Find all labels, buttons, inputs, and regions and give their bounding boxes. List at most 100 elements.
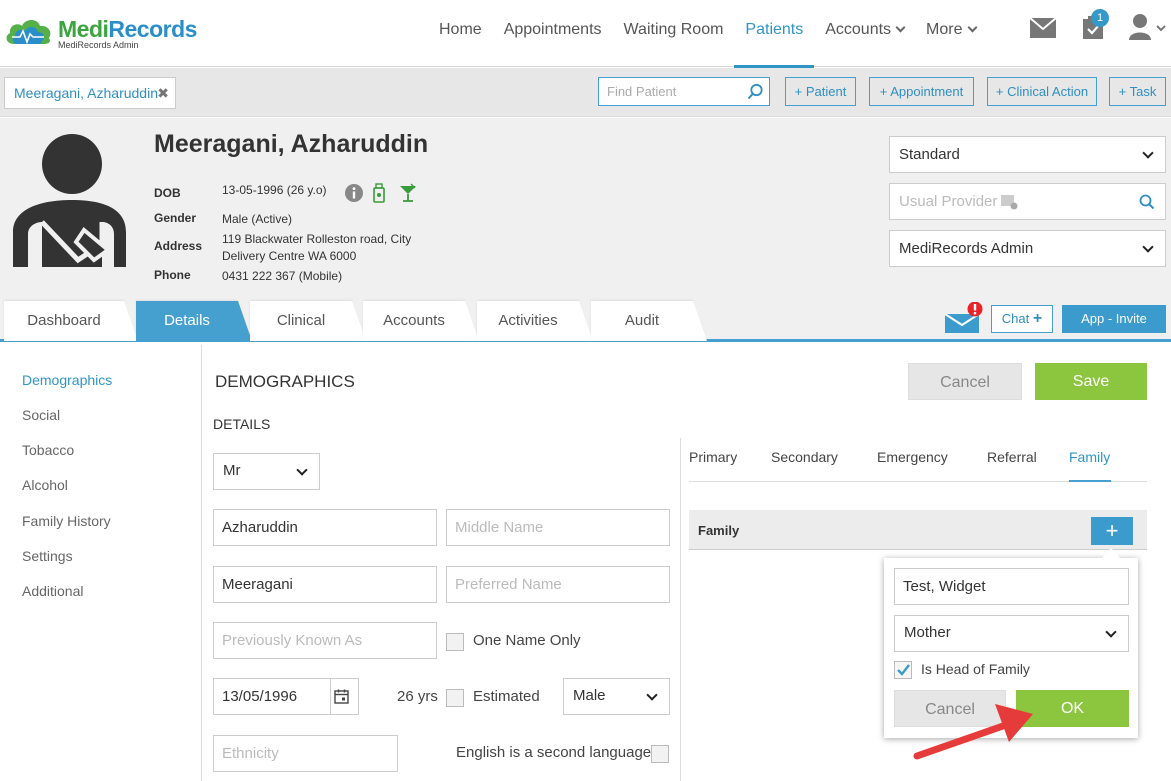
close-icon[interactable]: ✖ (157, 78, 169, 108)
sidebar-item-social[interactable]: Social (22, 407, 60, 423)
phone-label: Phone (154, 268, 191, 282)
calendar-icon[interactable] (334, 689, 349, 704)
gender-value: Male (Active) (222, 212, 293, 226)
sidebar-item-demographics[interactable]: Demographics (22, 372, 112, 388)
tab-family[interactable]: Family (1069, 449, 1110, 465)
chat-button[interactable]: Chat + (991, 305, 1053, 333)
nav-accounts-label: Accounts (825, 21, 892, 38)
second-language-checkbox[interactable] (651, 745, 669, 763)
mail-icon[interactable] (1030, 18, 1056, 38)
title-select[interactable]: Mr (213, 453, 320, 490)
previously-known-as-field[interactable]: Previously Known As (213, 622, 437, 659)
add-family-member-button[interactable]: + (1091, 517, 1133, 545)
one-name-only-checkbox[interactable] (446, 633, 464, 651)
family-member-name-field[interactable]: Test, Widget (894, 568, 1129, 605)
plus-icon: + (1032, 310, 1043, 327)
search-icon[interactable] (747, 83, 764, 100)
nav-waiting-room[interactable]: Waiting Room (613, 0, 735, 67)
smoking-status-icon[interactable] (372, 183, 386, 203)
usual-provider-placeholder: Usual Provider (899, 193, 998, 210)
checkmark-icon (897, 664, 910, 676)
dob-value: 13-05-1996 (26 y.o) (222, 183, 327, 197)
tab-secondary[interactable]: Secondary (771, 449, 838, 465)
sidebar-item-tobacco[interactable]: Tobacco (22, 442, 74, 458)
tab-activities[interactable]: Activities (477, 301, 593, 341)
last-name-field[interactable]: Meeragani (213, 566, 437, 603)
age-value: 26 yrs (397, 688, 438, 705)
relationship-value: Mother (904, 624, 951, 641)
tab-clinical[interactable]: Clinical (250, 301, 366, 341)
account-type-select[interactable]: Standard (889, 136, 1166, 173)
info-icon[interactable] (345, 184, 363, 202)
add-patient-button[interactable]: + Patient (785, 77, 856, 106)
tasks-count-badge: 1 (1091, 9, 1109, 27)
tab-emergency[interactable]: Emergency (877, 449, 948, 465)
dob-divider (330, 679, 331, 714)
nav-patients[interactable]: Patients (734, 0, 815, 68)
brand-name: MediRecords (58, 16, 197, 42)
title-value: Mr (223, 462, 241, 479)
sidebar-item-additional[interactable]: Additional (22, 583, 84, 599)
middle-name-field[interactable]: Middle Name (446, 509, 670, 546)
find-patient-input[interactable]: Find Patient (598, 77, 770, 106)
add-clinical-action-button[interactable]: + Clinical Action (987, 77, 1097, 106)
ethnicity-field[interactable]: Ethnicity (213, 735, 398, 772)
tab-accounts[interactable]: Accounts (363, 301, 479, 341)
patient-header: Meeragani, Azharuddin DOB 13-05-1996 (26… (0, 118, 1171, 300)
nav-home[interactable]: Home (428, 0, 493, 67)
tab-primary[interactable]: Primary (689, 449, 737, 465)
sidebar-item-alcohol[interactable]: Alcohol (22, 477, 68, 493)
address-line2: Delivery Centre WA 6000 (222, 249, 357, 263)
open-patient-tab[interactable]: Meeragani, Azharuddin ✖ (4, 77, 176, 109)
estimated-label: Estimated (473, 688, 540, 705)
top-navbar: MediRecords MediRecords Admin Home Appoi… (0, 0, 1171, 68)
estimated-checkbox[interactable] (446, 689, 464, 707)
add-task-button[interactable]: + Task (1109, 77, 1166, 106)
chevron-down-icon (1142, 241, 1154, 253)
nav-appointments[interactable]: Appointments (493, 0, 613, 67)
preferred-name-field[interactable]: Preferred Name (446, 566, 670, 603)
medirecords-logo[interactable]: MediRecords MediRecords Admin (4, 12, 204, 52)
relationship-select[interactable]: Mother (894, 615, 1129, 652)
address-label: Address (154, 239, 203, 253)
patient-name: Meeragani, Azharuddin (154, 130, 429, 158)
cloud-logo-icon (6, 20, 51, 45)
add-appointment-button[interactable]: + Appointment (869, 77, 974, 106)
nav-accounts[interactable]: Accounts (814, 0, 915, 67)
dob-field-value: 13/05/1996 (222, 688, 298, 705)
nav-more[interactable]: More (915, 0, 986, 67)
cocktail-icon[interactable] (398, 183, 418, 203)
cancel-button[interactable]: Cancel (908, 363, 1022, 400)
usual-provider-input[interactable]: Usual Provider (889, 183, 1166, 220)
user-menu-icon[interactable] (1128, 13, 1166, 41)
chevron-down-icon (967, 22, 977, 33)
dob-field[interactable]: 13/05/1996 (213, 678, 359, 715)
popover-arrow (1101, 548, 1121, 559)
main-nav: Home Appointments Waiting Room Patients … (428, 0, 987, 68)
column-divider (680, 438, 681, 781)
chevron-down-icon (296, 464, 308, 476)
messages-alert-icon[interactable] (945, 302, 987, 334)
tab-dashboard[interactable]: Dashboard (4, 301, 138, 341)
family-header-title: Family (698, 523, 740, 538)
first-name-field[interactable]: Azharuddin (213, 509, 437, 546)
save-button[interactable]: Save (1035, 363, 1147, 400)
chat-button-label: Chat (1001, 311, 1030, 326)
chevron-down-icon (895, 22, 906, 33)
account-type-value: Standard (899, 146, 960, 163)
practice-select[interactable]: MediRecords Admin (889, 230, 1166, 267)
tab-details[interactable]: Details (136, 301, 252, 341)
tab-audit[interactable]: Audit (591, 301, 707, 341)
search-icon[interactable] (1139, 194, 1155, 210)
app-invite-button[interactable]: App - Invite (1062, 305, 1166, 333)
tab-referral[interactable]: Referral (987, 449, 1037, 465)
sex-value: Male (573, 687, 606, 704)
head-of-family-checkbox[interactable] (894, 661, 912, 679)
second-language-label: English is a second language (456, 744, 652, 761)
sidebar-item-family-history[interactable]: Family History (22, 513, 111, 529)
sex-select[interactable]: Male (563, 678, 670, 715)
patient-avatar-icon (13, 134, 126, 267)
open-patient-tab-label: Meeragani, Azharuddin (14, 85, 158, 101)
sidebar-item-settings[interactable]: Settings (22, 548, 73, 564)
patient-quick-bar: Meeragani, Azharuddin ✖ Find Patient + P… (0, 68, 1171, 117)
